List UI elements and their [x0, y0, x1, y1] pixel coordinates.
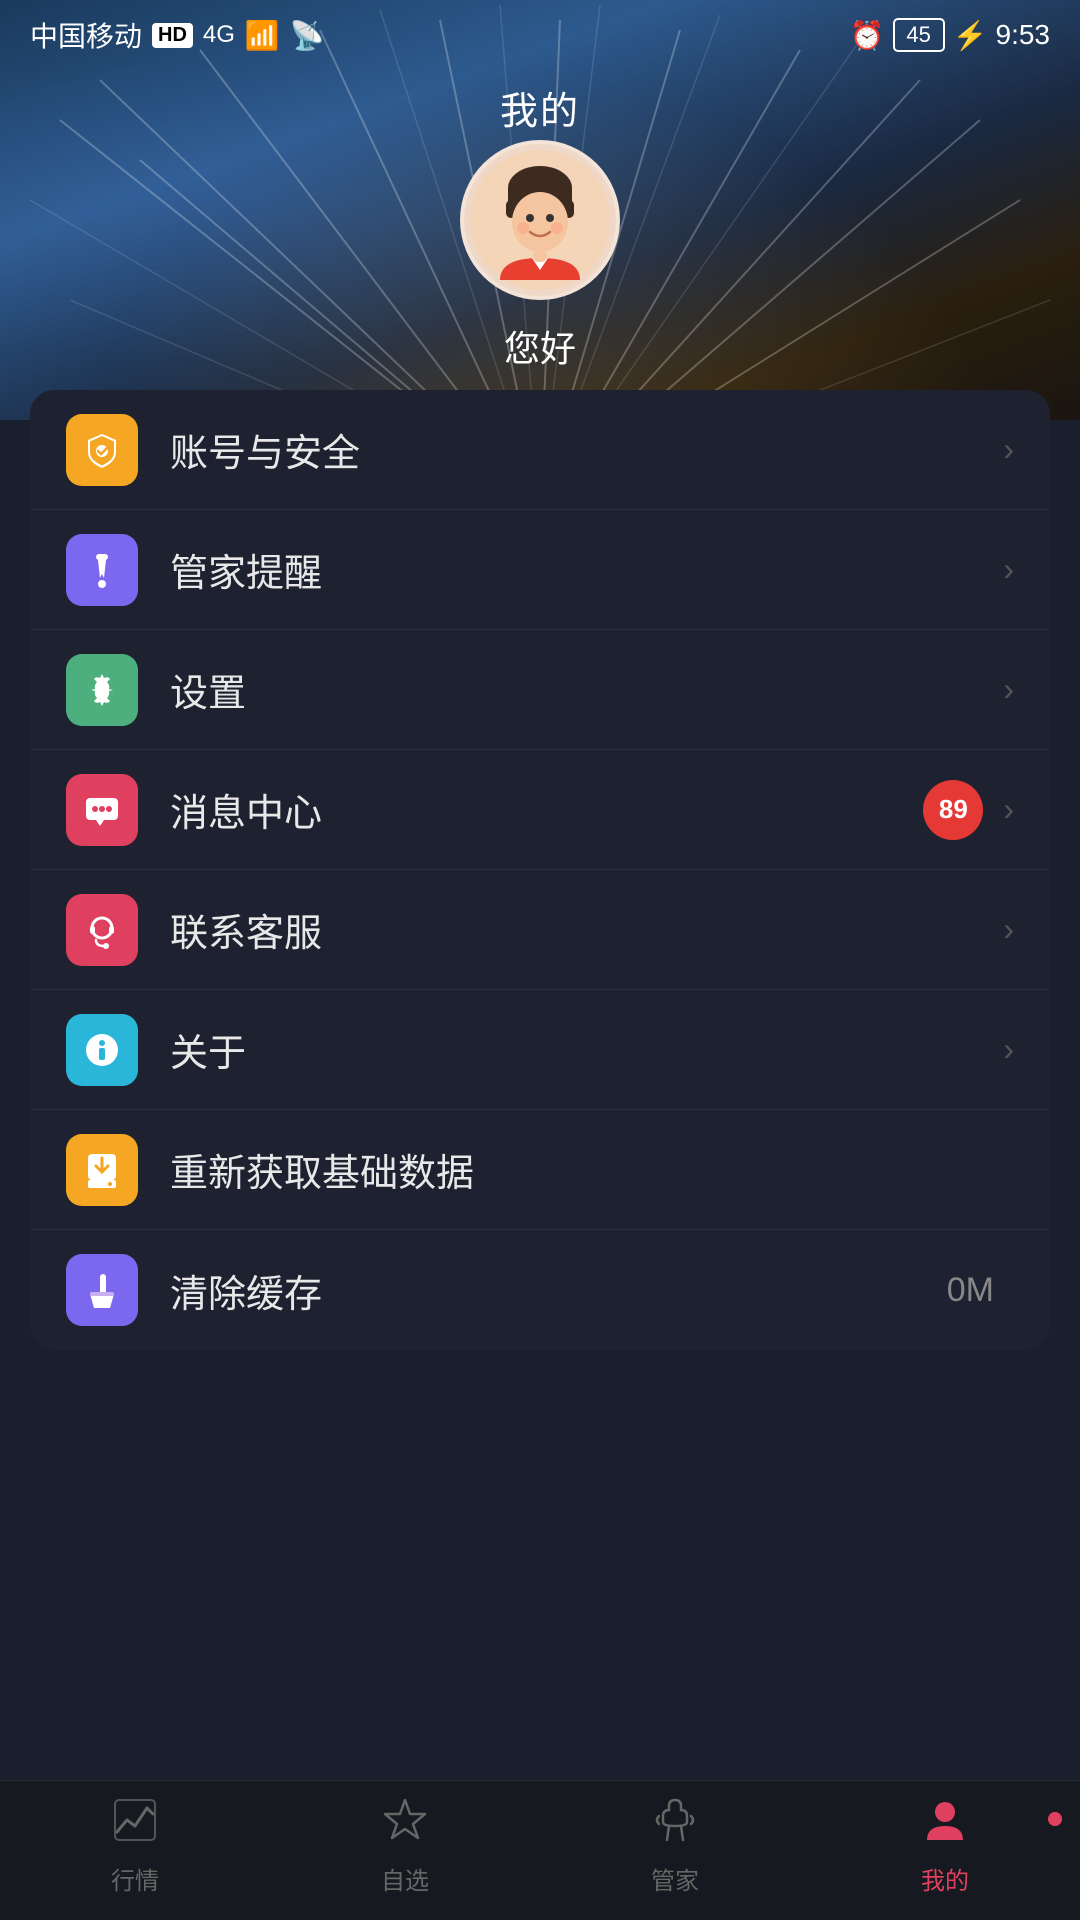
avatar-image: [470, 150, 610, 290]
main-menu-card: 账号与安全 › 管家提醒 › 设置 ›: [30, 390, 1050, 1350]
notification-dot: [1048, 1812, 1062, 1826]
status-bar: 中国移动 HD 4G 📶 📡 ⏰ 45 ⚡ 9:53: [0, 0, 1080, 70]
mine-label: 我的: [921, 1861, 969, 1896]
support-icon-box: [66, 894, 138, 966]
watchlist-label: 自选: [381, 1861, 429, 1896]
chevron-icon: ›: [1003, 791, 1014, 828]
chevron-icon: ›: [1003, 431, 1014, 468]
watchlist-icon: [381, 1796, 429, 1853]
settings-icon-box: [66, 654, 138, 726]
headset-icon: [82, 910, 122, 950]
broom-icon: [82, 1270, 122, 1310]
data-label: 重新获取基础数据: [170, 1142, 1014, 1197]
menu-item-reminder[interactable]: 管家提醒 ›: [30, 510, 1050, 630]
bottom-navigation: 行情 自选 管家 我的: [0, 1780, 1080, 1920]
cache-value: 0M: [947, 1271, 994, 1310]
nav-item-butler[interactable]: 管家: [540, 1796, 810, 1906]
shield-icon: [82, 430, 122, 470]
battery-indicator: 45: [893, 18, 945, 52]
menu-item-cache[interactable]: 清除缓存 0M: [30, 1230, 1050, 1350]
reminder-icon-box: [66, 534, 138, 606]
messages-label: 消息中心: [170, 782, 923, 837]
charging-icon: ⚡: [953, 19, 988, 52]
avatar[interactable]: [460, 140, 620, 300]
time-display: 9:53: [996, 19, 1051, 51]
messages-badge: 89: [923, 780, 983, 840]
menu-item-settings[interactable]: 设置 ›: [30, 630, 1050, 750]
hd-badge: HD: [152, 23, 193, 48]
download-icon: [82, 1150, 122, 1190]
butler-label: 管家: [651, 1861, 699, 1896]
menu-item-security[interactable]: 账号与安全 ›: [30, 390, 1050, 510]
greeting-text: 您好: [0, 320, 1080, 372]
wifi-icon: 📡: [290, 19, 325, 52]
about-label: 关于: [170, 1022, 1003, 1077]
menu-item-about[interactable]: 关于 ›: [30, 990, 1050, 1110]
nav-item-watchlist[interactable]: 自选: [270, 1796, 540, 1906]
data-icon-box: [66, 1134, 138, 1206]
chevron-icon: ›: [1003, 1031, 1014, 1068]
status-right: ⏰ 45 ⚡ 9:53: [850, 18, 1050, 52]
cache-icon-box: [66, 1254, 138, 1326]
page-title: 我的: [0, 80, 1080, 135]
security-label: 账号与安全: [170, 422, 1003, 477]
info-icon: [82, 1030, 122, 1070]
butler-icon: [82, 550, 122, 590]
cache-label: 清除缓存: [170, 1263, 947, 1318]
chevron-icon: ›: [1003, 911, 1014, 948]
market-icon: [111, 1796, 159, 1853]
butler-nav-icon: [651, 1796, 699, 1853]
menu-item-messages[interactable]: 消息中心 89 ›: [30, 750, 1050, 870]
nav-item-market[interactable]: 行情: [0, 1796, 270, 1906]
support-label: 联系客服: [170, 902, 1003, 957]
reminder-label: 管家提醒: [170, 542, 1003, 597]
carrier-label: 中国移动: [30, 15, 142, 55]
menu-item-support[interactable]: 联系客服 ›: [30, 870, 1050, 990]
messages-icon-box: [66, 774, 138, 846]
network-icon: 4G: [203, 21, 235, 49]
chevron-icon: ›: [1003, 671, 1014, 708]
market-label: 行情: [111, 1861, 159, 1896]
signal-icon: 📶: [245, 19, 280, 52]
menu-item-data[interactable]: 重新获取基础数据: [30, 1110, 1050, 1230]
status-left: 中国移动 HD 4G 📶 📡: [30, 15, 325, 55]
chevron-icon: ›: [1003, 551, 1014, 588]
gear-icon: [82, 670, 122, 710]
alarm-icon: ⏰: [850, 19, 885, 52]
settings-label: 设置: [170, 662, 1003, 717]
mine-icon: [921, 1796, 969, 1853]
about-icon-box: [66, 1014, 138, 1086]
nav-item-mine[interactable]: 我的: [810, 1796, 1080, 1906]
chat-icon: [82, 790, 122, 830]
security-icon: [66, 414, 138, 486]
